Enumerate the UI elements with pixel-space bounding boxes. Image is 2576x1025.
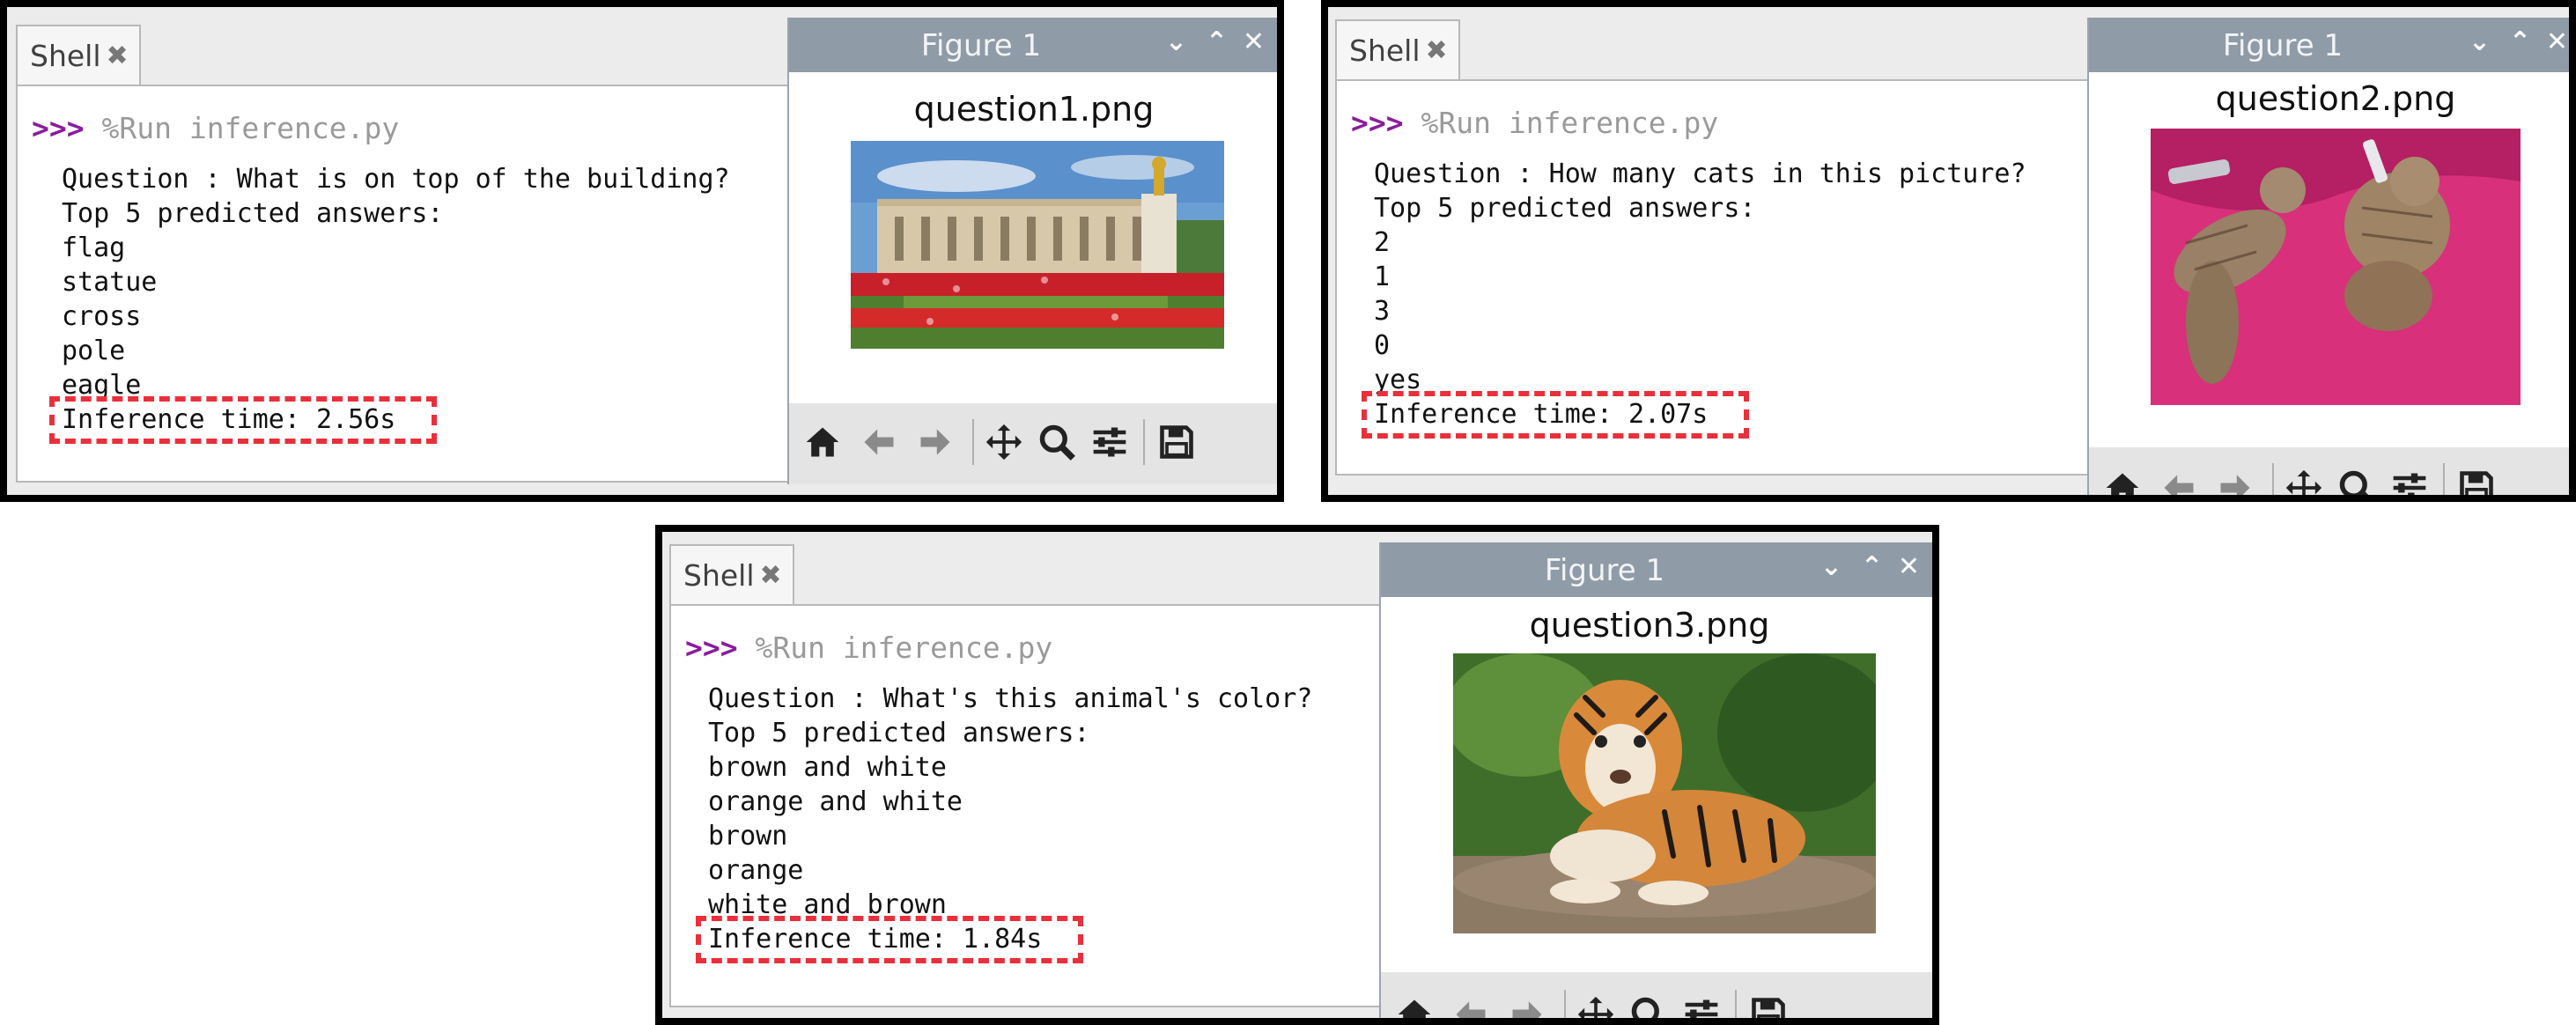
home-icon[interactable] (1395, 995, 1434, 1018)
pan-icon[interactable] (985, 423, 1023, 461)
figure-window: Figure 1 ⌄ ⌃ ✕ question2.png (2087, 18, 2569, 495)
close-icon[interactable]: ✖ (760, 560, 782, 591)
back-arrow-icon[interactable] (2159, 468, 2198, 495)
answer-2: orange and white (708, 786, 963, 817)
palace-photo (851, 141, 1224, 349)
prompt-row: >>> %Run inference.py (1351, 106, 1718, 140)
prompt-symbol: >>> (685, 630, 738, 665)
answer-1: 2 (1374, 227, 1391, 258)
figure-title: Figure 1 (1544, 553, 1665, 588)
run-command: %Run inference.py (101, 111, 400, 145)
run-command: %Run inference.py (1421, 106, 1719, 140)
close-icon[interactable]: ✕ (1243, 26, 1265, 57)
chevron-down-icon[interactable]: ⌄ (1165, 26, 1187, 57)
figure-title: Figure 1 (920, 28, 1042, 63)
tab-shell-label: Shell (683, 557, 755, 593)
answer-3: 3 (1374, 296, 1391, 327)
image-filename: question3.png (1529, 606, 1770, 645)
run-command: %Run inference.py (755, 630, 1053, 665)
save-icon[interactable] (1157, 423, 1196, 461)
chevron-up-icon[interactable]: ⌃ (1206, 26, 1228, 57)
chevron-down-icon[interactable]: ⌄ (1820, 551, 1842, 582)
answer-1: brown and white (708, 752, 947, 783)
panel-question-3: Shell ✖ >>> %Run inference.py Question :… (655, 525, 1939, 1025)
close-icon[interactable]: ✖ (107, 41, 129, 71)
panel-question-1: Shell ✖ >>> %Run inference.py Question :… (0, 0, 1284, 502)
toolbar-separator (1564, 990, 1566, 1018)
chevron-down-icon[interactable]: ⌄ (2469, 26, 2491, 57)
tiger-photo (1453, 653, 1876, 933)
settings-sliders-icon[interactable] (1090, 423, 1129, 461)
question-text: Question : What's this animal's color? (708, 683, 1313, 714)
answer-3: cross (62, 301, 142, 332)
figure-titlebar: Figure 1 ⌄ ⌃ ✕ (2089, 18, 2569, 72)
answer-2: 1 (1374, 262, 1391, 292)
tab-shell-label: Shell (30, 38, 101, 73)
figure-titlebar: Figure 1 ⌄ ⌃ ✕ (1381, 542, 1932, 597)
pan-icon[interactable] (2284, 468, 2323, 495)
top-answers-label: Top 5 predicted answers: (708, 718, 1090, 748)
figure-toolbar (1381, 972, 1932, 1018)
pan-icon[interactable] (1576, 995, 1615, 1018)
figure-titlebar: Figure 1 ⌄ ⌃ ✕ (789, 18, 1277, 72)
top-answers-label: Top 5 predicted answers: (1374, 193, 1756, 224)
home-icon[interactable] (803, 423, 842, 461)
cats-photo (2151, 129, 2521, 405)
close-icon[interactable]: ✕ (2546, 26, 2568, 57)
settings-sliders-icon[interactable] (2390, 468, 2429, 495)
forward-arrow-icon[interactable] (1508, 995, 1546, 1018)
save-icon[interactable] (2457, 468, 2496, 495)
toolbar-separator (1735, 990, 1737, 1018)
figure-window: Figure 1 ⌄ ⌃ ✕ question3.png (1379, 542, 1932, 1018)
back-arrow-icon[interactable] (1451, 995, 1490, 1018)
top-answers-label: Top 5 predicted answers: (62, 198, 444, 229)
prompt-symbol: >>> (1351, 106, 1404, 140)
inference-time: Inference time: 2.56s (62, 404, 396, 435)
tab-shell[interactable]: Shell ✖ (1335, 19, 1460, 79)
panel-question-2: Shell ✖ >>> %Run inference.py Question :… (1321, 0, 2576, 502)
toolbar-separator (2443, 463, 2445, 495)
answer-4: 0 (1374, 330, 1391, 361)
answer-4: orange (708, 855, 804, 886)
zoom-icon[interactable] (1037, 423, 1076, 461)
home-icon[interactable] (2103, 468, 2142, 495)
tab-shell[interactable]: Shell ✖ (669, 544, 794, 604)
inference-time: Inference time: 1.84s (708, 924, 1043, 955)
tab-shell[interactable]: Shell ✖ (16, 25, 141, 85)
image-filename: question1.png (913, 90, 1155, 129)
save-icon[interactable] (1749, 995, 1788, 1018)
forward-arrow-icon[interactable] (916, 423, 955, 461)
prompt-symbol: >>> (32, 111, 85, 145)
question-text: Question : How many cats in this picture… (1374, 159, 2026, 189)
zoom-icon[interactable] (1629, 995, 1668, 1018)
settings-sliders-icon[interactable] (1682, 995, 1721, 1018)
question-text: Question : What is on top of the buildin… (62, 164, 730, 195)
toolbar-separator (2272, 463, 2274, 495)
zoom-icon[interactable] (2337, 468, 2376, 495)
answer-3: brown (708, 821, 788, 852)
answer-2: statue (62, 267, 158, 298)
close-icon[interactable]: ✕ (1898, 551, 1920, 582)
prompt-row: >>> %Run inference.py (685, 630, 1052, 665)
forward-arrow-icon[interactable] (2216, 468, 2255, 495)
close-icon[interactable]: ✖ (1426, 35, 1448, 66)
inference-time: Inference time: 2.07s (1374, 399, 1709, 430)
toolbar-separator (972, 419, 974, 465)
image-filename: question2.png (2215, 79, 2456, 118)
answer-1: flag (62, 232, 126, 263)
answer-4: pole (62, 336, 126, 366)
chevron-up-icon[interactable]: ⌃ (1861, 551, 1883, 582)
figure-toolbar (789, 403, 1277, 484)
figure-title: Figure 1 (2222, 28, 2343, 63)
tab-shell-label: Shell (1349, 33, 1421, 68)
back-arrow-icon[interactable] (860, 423, 898, 461)
toolbar-separator (1143, 419, 1145, 465)
prompt-row: >>> %Run inference.py (32, 111, 399, 145)
chevron-up-icon[interactable]: ⌃ (2509, 26, 2531, 57)
figure-toolbar (2089, 447, 2569, 495)
figure-window: Figure 1 ⌄ ⌃ ✕ question1.png (787, 18, 1277, 484)
